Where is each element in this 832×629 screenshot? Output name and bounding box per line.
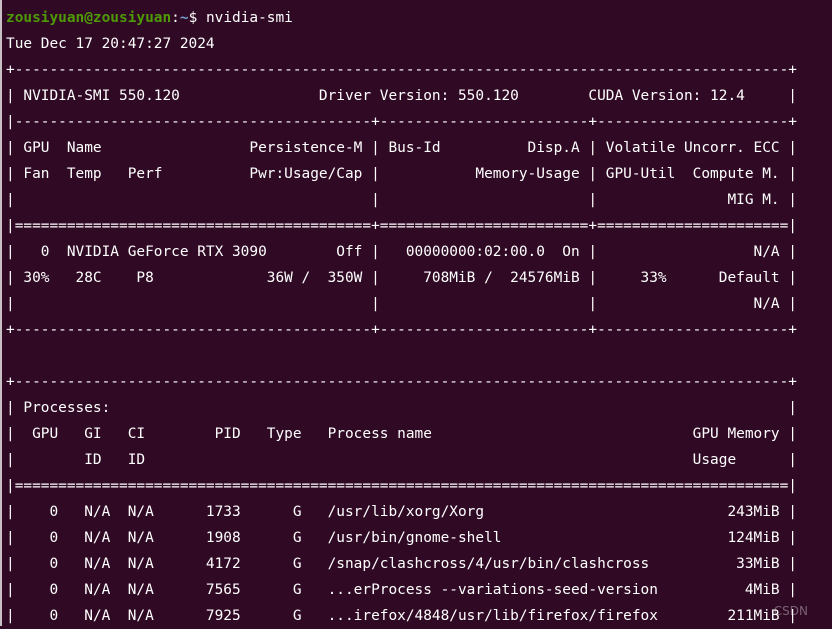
watermark: CSDN xyxy=(773,604,808,618)
output-line: | 30% 28C P8 36W / 350W | 708MiB / 24576… xyxy=(6,270,797,286)
output-line: |=======================================… xyxy=(6,478,797,494)
prompt-path: ~ xyxy=(179,10,189,26)
prompt-line: zousiyuan@zousiyuan:~$ nvidia-smi xyxy=(6,5,293,31)
output-line: | 0 N/A N/A 1733 G /usr/lib/xorg/Xorg 24… xyxy=(6,504,797,520)
output-line: | | | N/A | xyxy=(6,296,797,312)
output-line: | | | MIG M. | xyxy=(6,192,797,208)
prompt-separator: : xyxy=(171,10,180,26)
prompt-user-host: zousiyuan@zousiyuan xyxy=(6,10,172,26)
output-line: +---------------------------------------… xyxy=(6,374,797,390)
prompt-symbol: $ xyxy=(188,10,206,26)
output-line: | 0 N/A N/A 7565 G ...erProcess --variat… xyxy=(6,582,797,598)
output-line: | 0 NVIDIA GeForce RTX 3090 Off | 000000… xyxy=(6,244,797,260)
output-line: +---------------------------------------… xyxy=(6,62,797,78)
output-line: |=======================================… xyxy=(6,218,797,234)
output-line: | Fan Temp Perf Pwr:Usage/Cap | Memory-U… xyxy=(6,166,797,182)
output-line: |---------------------------------------… xyxy=(6,114,797,130)
output-line: | 0 N/A N/A 1908 G /usr/bin/gnome-shell … xyxy=(6,530,797,546)
output-line: | GPU GI CI PID Type Process name GPU Me… xyxy=(6,426,797,442)
terminal-window[interactable]: zousiyuan@zousiyuan:~$ nvidia-smi Tue De… xyxy=(2,0,832,626)
output-line: | 0 N/A N/A 7925 G ...irefox/4848/usr/li… xyxy=(6,608,797,624)
output-line: Tue Dec 17 20:47:27 2024 xyxy=(6,36,215,52)
output-line: | NVIDIA-SMI 550.120 Driver Version: 550… xyxy=(6,88,797,104)
output-line: | Processes: | xyxy=(6,400,797,416)
command-text: nvidia-smi xyxy=(205,10,293,26)
output-line: | GPU Name Persistence-M | Bus-Id Disp.A… xyxy=(6,140,797,156)
output-line: +---------------------------------------… xyxy=(6,322,797,338)
output-line: | ID ID Usage | xyxy=(6,452,797,468)
output-line: | 0 N/A N/A 4172 G /snap/clashcross/4/us… xyxy=(6,556,797,572)
